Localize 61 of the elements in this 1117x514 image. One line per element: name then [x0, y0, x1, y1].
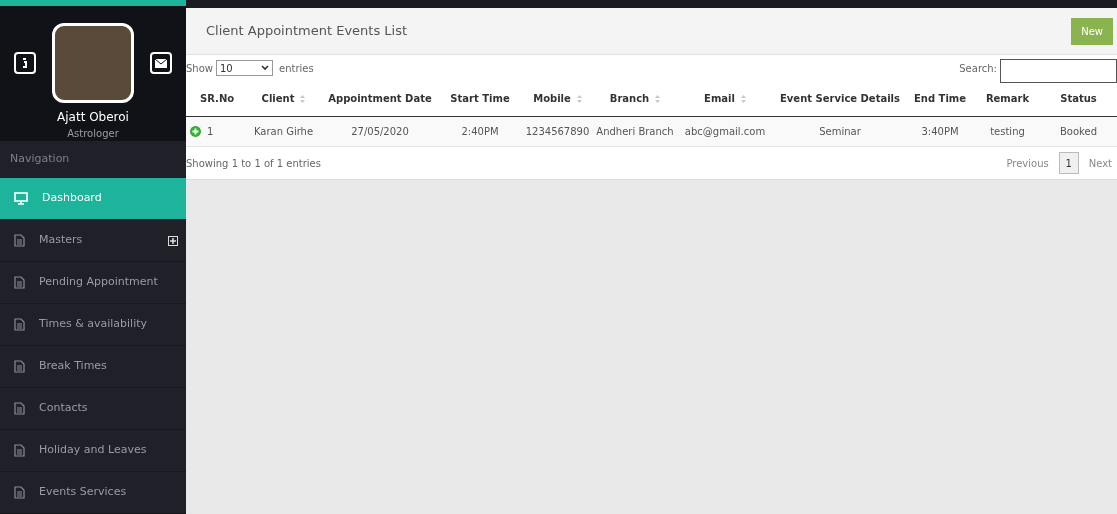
table-cell-text: 3:40PM	[921, 125, 959, 139]
entries-label: entries	[279, 61, 314, 76]
next-link[interactable]: Next	[1088, 155, 1112, 171]
nav-item[interactable]: Events Services	[0, 472, 186, 514]
document-icon	[14, 486, 25, 499]
document-icon	[14, 318, 25, 331]
table-cell-text: Booked	[1060, 125, 1097, 139]
page-size-select[interactable]: 10	[216, 60, 273, 76]
sort-icon	[576, 94, 582, 103]
nav-item[interactable]: Holiday and Leaves	[0, 430, 186, 472]
nav-item[interactable]: Masters	[0, 220, 186, 262]
table-cell-text: Andheri Branch	[596, 125, 674, 139]
table-cell-text: Seminar	[819, 125, 861, 139]
show-label: Show	[186, 61, 213, 76]
nav-item[interactable]: Break Times	[0, 346, 186, 388]
info-icon	[22, 58, 28, 68]
column-header[interactable]: Email	[704, 91, 735, 106]
mail-icon	[155, 58, 167, 68]
nav-item[interactable]: Pending Appointment	[0, 262, 186, 304]
document-icon	[14, 234, 25, 247]
table-cell-text: 2:40PM	[461, 125, 499, 139]
previous-link[interactable]: Previous	[1006, 155, 1049, 171]
page-button[interactable]: 1	[1058, 152, 1079, 174]
document-icon	[14, 444, 25, 457]
column-header[interactable]: End Time	[913, 91, 966, 106]
column-header[interactable]: Appointment Date	[328, 91, 432, 106]
sort-icon	[740, 94, 746, 103]
table-cell-text: testing	[990, 125, 1025, 139]
sort-icon	[300, 94, 306, 103]
column-header[interactable]: Mobile	[533, 91, 571, 106]
page-title: Client Appointment Events List	[206, 22, 408, 41]
mail-button[interactable]	[150, 52, 172, 74]
navigation-heading: Navigation	[10, 151, 70, 168]
table-info: Showing 1 to 1 of 1 entries	[186, 156, 321, 171]
profile-name: Ajatt Oberoi	[57, 109, 129, 126]
nav-item[interactable]: Times & availability	[0, 304, 186, 346]
column-header[interactable]: SR.No	[200, 91, 235, 106]
column-header[interactable]: Client	[261, 91, 295, 106]
table-cell-text: Karan Girhe	[253, 125, 314, 139]
sort-icon	[655, 94, 661, 103]
profile-role: Astrologer	[67, 127, 119, 141]
column-header[interactable]: Start Time	[450, 91, 510, 106]
column-header[interactable]: Event Service Details	[780, 91, 900, 106]
expand-icon[interactable]	[168, 235, 178, 246]
info-button[interactable]	[14, 52, 36, 74]
monitor-icon	[14, 192, 28, 205]
nav-item[interactable]: Contacts	[0, 388, 186, 430]
table-cell-text: 27/05/2020	[351, 125, 409, 139]
document-icon	[14, 360, 25, 373]
search-field[interactable]	[1000, 59, 1117, 83]
column-header[interactable]: Status	[1060, 91, 1097, 106]
table-cell-text: 1234567890	[525, 125, 590, 139]
chevron-down-icon	[261, 65, 269, 71]
column-header[interactable]: Remark	[985, 91, 1030, 106]
document-icon	[14, 276, 25, 289]
search-label: Search:	[959, 61, 997, 76]
column-header[interactable]: Branch	[609, 91, 650, 106]
expand-row-icon[interactable]	[189, 125, 202, 138]
document-icon	[14, 402, 25, 415]
table-cell-text: abc@gmail.com	[684, 125, 766, 139]
table-cell-text: 1	[207, 125, 214, 139]
